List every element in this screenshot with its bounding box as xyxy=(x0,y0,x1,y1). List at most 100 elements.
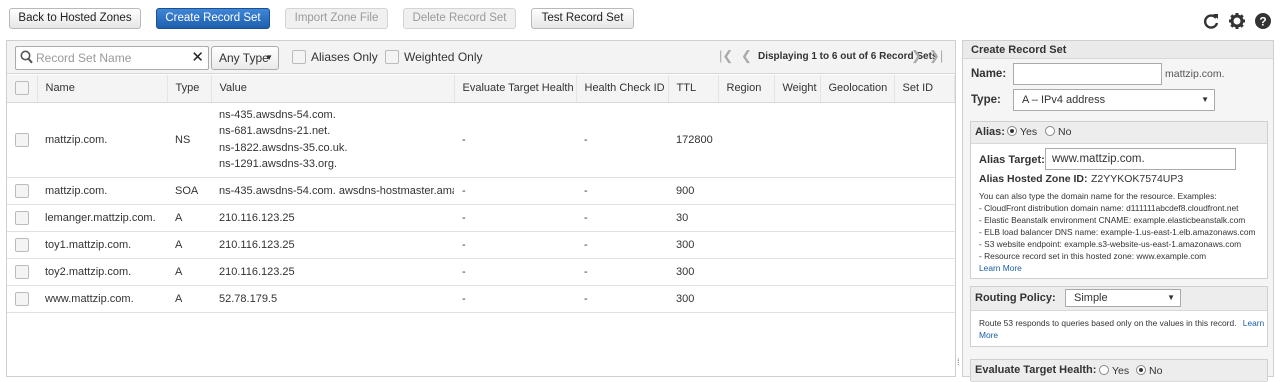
create-record-set-button[interactable]: Create Record Set xyxy=(156,8,270,29)
eval-no-option[interactable]: No xyxy=(1136,365,1162,377)
row-checkbox[interactable] xyxy=(15,291,29,306)
column-header-evaluate-target-health[interactable]: Evaluate Target Health xyxy=(454,75,577,103)
value-line: ns-1822.awsdns-35.co.uk. xyxy=(219,141,348,154)
table-row[interactable]: toy2.mattzip.com. A 210.116.123.25 - - 3… xyxy=(7,258,955,286)
import-zone-file-button[interactable]: Import Zone File xyxy=(285,8,388,29)
cell-ttl: 900 xyxy=(668,177,718,205)
cell-type: NS xyxy=(167,102,211,178)
record-type-select[interactable]: A – IPv4 address ▼ xyxy=(1013,89,1215,111)
weighted-only-filter[interactable]: Weighted Only xyxy=(385,49,483,64)
row-checkbox[interactable] xyxy=(15,237,29,252)
evaluate-target-health-section: Evaluate Target Health: Yes No xyxy=(970,359,1268,382)
alias-yes-option[interactable]: Yes xyxy=(1007,126,1037,138)
type-filter-select[interactable]: Any Type ▼ xyxy=(211,46,279,70)
previous-page-icon[interactable]: ❮ xyxy=(741,48,752,64)
name-domain-suffix: mattzip.com. xyxy=(1165,68,1225,80)
cell-evaluate-target-health: - xyxy=(454,204,576,232)
alias-learn-more-link[interactable]: Learn More xyxy=(979,262,1022,274)
table-row[interactable]: mattzip.com. NS ns-435.awsdns-54.com. ns… xyxy=(7,102,955,178)
column-header-name[interactable]: Name xyxy=(37,75,168,103)
routing-policy-label: Routing Policy: xyxy=(975,292,1056,304)
cell-ttl: 300 xyxy=(668,258,718,286)
last-page-icon[interactable]: ❯| xyxy=(929,48,943,64)
eval-yes-option[interactable]: Yes xyxy=(1099,365,1129,377)
table-row[interactable]: www.mattzip.com. A 52.78.179.5 - - 300 xyxy=(7,285,955,313)
record-set-name-input[interactable] xyxy=(36,50,186,66)
alias-help-line: You can also type the domain name for th… xyxy=(979,191,1217,201)
row-checkbox[interactable] xyxy=(15,264,29,279)
eval-yes-radio[interactable] xyxy=(1099,365,1109,376)
alias-yes-radio[interactable] xyxy=(1007,126,1017,137)
value-line: ns-435.awsdns-54.com. xyxy=(219,108,336,121)
cell-set-id xyxy=(894,102,955,178)
column-header-weight[interactable]: Weight xyxy=(774,75,821,103)
routing-policy-select[interactable]: Simple ▼ xyxy=(1065,289,1181,307)
cell-value: ns-435.awsdns-54.com. awsdns-hostmaster.… xyxy=(211,177,454,205)
cell-value: 210.116.123.25 xyxy=(211,204,454,232)
next-page-icon[interactable]: ❯ xyxy=(911,48,922,64)
value-line: ns-681.awsdns-21.net. xyxy=(219,125,331,137)
row-checkbox[interactable] xyxy=(15,210,29,225)
back-to-hosted-zones-button[interactable]: Back to Hosted Zones xyxy=(9,8,141,29)
cell-name: www.mattzip.com. xyxy=(37,285,167,313)
record-sets-panel: ✕ Any Type ▼ Aliases Only Weighted Only … xyxy=(6,40,956,377)
alias-help-line: - CloudFront distribution domain name: d… xyxy=(979,203,1239,213)
column-header-value[interactable]: Value xyxy=(211,75,455,103)
row-select-cell xyxy=(7,102,37,178)
refresh-icon[interactable] xyxy=(1202,12,1220,30)
clear-search-icon[interactable]: ✕ xyxy=(191,48,204,66)
cell-region xyxy=(718,102,774,178)
help-icon[interactable]: ? xyxy=(1254,12,1272,30)
aliases-only-filter[interactable]: Aliases Only xyxy=(292,49,378,64)
aliases-only-label: Aliases Only xyxy=(311,50,378,64)
column-header-region[interactable]: Region xyxy=(718,75,775,103)
row-select-cell xyxy=(7,231,37,259)
cell-weight xyxy=(774,177,820,205)
row-checkbox[interactable] xyxy=(15,183,29,198)
cell-geolocation xyxy=(820,177,894,205)
cell-weight xyxy=(774,231,820,259)
cell-region xyxy=(718,204,774,232)
value-line: ns-1291.awsdns-33.org. xyxy=(219,158,338,170)
alias-yes-label: Yes xyxy=(1020,126,1038,138)
alias-target-input[interactable]: www.mattzip.com. xyxy=(1045,148,1236,170)
aliases-only-checkbox[interactable] xyxy=(292,49,306,64)
first-page-icon[interactable]: |❮ xyxy=(719,48,733,64)
column-header-ttl[interactable]: TTL xyxy=(668,75,719,103)
table-row[interactable]: toy1.mattzip.com. A 210.116.123.25 - - 3… xyxy=(7,231,955,259)
table-row[interactable]: mattzip.com. SOA ns-435.awsdns-54.com. a… xyxy=(7,177,955,205)
delete-record-set-button[interactable]: Delete Record Set xyxy=(403,8,516,29)
name-input[interactable] xyxy=(1013,63,1162,85)
row-checkbox[interactable] xyxy=(15,132,29,147)
column-header-set-id[interactable]: Set ID xyxy=(894,75,955,103)
cell-weight xyxy=(774,102,820,178)
alias-no-radio[interactable] xyxy=(1045,126,1055,137)
column-header-type[interactable]: Type xyxy=(167,75,212,103)
panel-resize-handle[interactable]: ⁞ xyxy=(957,357,960,367)
cell-geolocation xyxy=(820,258,894,286)
alias-hosted-zone-id: Z2YYKOK7574UP3 xyxy=(1091,173,1184,185)
cell-evaluate-target-health: - xyxy=(454,102,576,178)
test-record-set-button[interactable]: Test Record Set xyxy=(531,8,634,29)
column-header-geolocation[interactable]: Geolocation xyxy=(820,75,895,103)
column-header-health-check-id[interactable]: Health Check ID xyxy=(576,75,669,103)
cell-ttl: 300 xyxy=(668,231,718,259)
eval-no-radio[interactable] xyxy=(1136,365,1146,376)
cell-health-check-id: - xyxy=(576,204,668,232)
table-row[interactable]: lemanger.mattzip.com. A 210.116.123.25 -… xyxy=(7,204,955,232)
cell-set-id xyxy=(894,258,955,286)
select-all-checkbox[interactable] xyxy=(15,81,29,96)
routing-learn-link[interactable]: Learn xyxy=(1243,318,1264,328)
chevron-down-icon: ▼ xyxy=(1167,293,1175,302)
cell-value: 210.116.123.25 xyxy=(211,231,454,259)
alias-help-line: - ELB load balancer DNS name: example-1.… xyxy=(979,227,1256,237)
routing-help-text: Route 53 responds to queries based only … xyxy=(979,317,1264,329)
cell-set-id xyxy=(894,204,955,232)
gear-icon[interactable] xyxy=(1228,12,1246,30)
alias-no-label: No xyxy=(1058,126,1072,138)
routing-more-link[interactable]: More xyxy=(979,329,998,341)
alias-no-option[interactable]: No xyxy=(1045,126,1071,138)
weighted-only-checkbox[interactable] xyxy=(385,49,399,64)
cell-health-check-id: - xyxy=(576,102,668,178)
cell-region xyxy=(718,258,774,286)
